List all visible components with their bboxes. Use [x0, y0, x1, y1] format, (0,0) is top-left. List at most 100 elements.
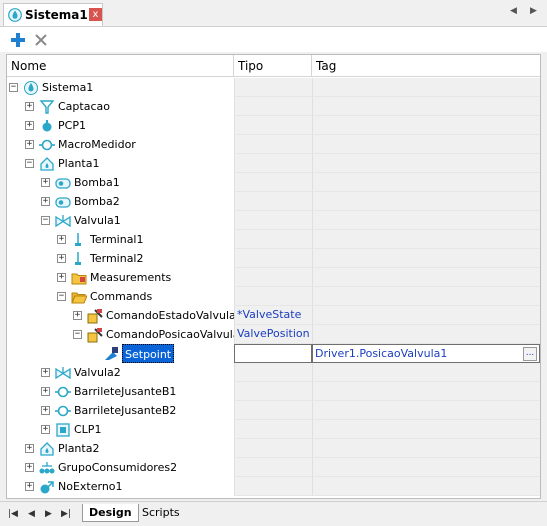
cell-type[interactable]: ValvePosition — [234, 325, 312, 344]
row-label[interactable]: Terminal1 — [90, 230, 144, 249]
row-label[interactable]: Setpoint — [122, 344, 175, 363]
cell-type[interactable] — [234, 135, 312, 154]
browse-tag-button[interactable]: ... — [523, 347, 537, 361]
row-label[interactable]: Bomba1 — [74, 173, 120, 192]
cell-tag[interactable] — [312, 135, 540, 154]
tree-row[interactable]: + Captacao — [7, 97, 540, 116]
cell-type[interactable] — [234, 420, 312, 439]
tree-row[interactable]: − ComandoPosicaoValvula ValvePosition — [7, 325, 540, 344]
plus-icon[interactable] — [8, 30, 28, 50]
tree-row[interactable]: + MacroMedidor — [7, 135, 540, 154]
tree-row[interactable]: − Planta1 — [7, 154, 540, 173]
tree-row[interactable]: + BarrileteJusanteB2 — [7, 401, 540, 420]
tree-row[interactable]: + PCP1 — [7, 116, 540, 135]
tab-design[interactable]: Design — [82, 504, 139, 522]
cell-type[interactable] — [234, 477, 312, 496]
next-page-icon[interactable]: ▶ — [45, 509, 52, 519]
cell-tag[interactable] — [312, 192, 540, 211]
tree-row[interactable]: + Bomba1 — [7, 173, 540, 192]
row-label[interactable]: Bomba2 — [74, 192, 120, 211]
cell-type[interactable] — [234, 173, 312, 192]
cell-tag[interactable] — [312, 363, 540, 382]
cell-type[interactable] — [234, 211, 312, 230]
row-label[interactable]: Sistema1 — [42, 78, 93, 97]
row-label[interactable]: Commands — [90, 287, 152, 306]
cell-tag[interactable] — [312, 325, 540, 344]
row-label[interactable]: GrupoConsumidores2 — [58, 458, 177, 477]
collapse-icon[interactable]: − — [9, 83, 18, 92]
cell-type[interactable] — [234, 116, 312, 135]
expand-icon[interactable]: + — [41, 368, 50, 377]
cell-type[interactable] — [234, 287, 312, 306]
row-label[interactable]: ComandoPosicaoValvula — [106, 325, 240, 344]
tab-scripts[interactable]: Scripts — [136, 504, 186, 522]
expand-icon[interactable]: + — [25, 482, 34, 491]
row-label[interactable]: Terminal2 — [90, 249, 144, 268]
expand-icon[interactable]: + — [57, 254, 66, 263]
cell-tag[interactable] — [312, 401, 540, 420]
expand-icon[interactable]: + — [73, 311, 82, 320]
row-label[interactable]: ComandoEstadoValvula — [106, 306, 236, 325]
cell-tag[interactable]: Driver1.PosicaoValvula1... — [312, 344, 540, 363]
tab-sistema1[interactable]: Sistema1 x — [3, 3, 103, 26]
expand-icon[interactable]: + — [41, 387, 50, 396]
last-page-icon[interactable]: ▶| — [61, 509, 71, 519]
tree-row[interactable]: + Planta2 — [7, 439, 540, 458]
expand-icon[interactable]: + — [25, 121, 34, 130]
cell-tag[interactable] — [312, 420, 540, 439]
row-label[interactable]: Measurements — [90, 268, 171, 287]
cell-tag[interactable] — [312, 230, 540, 249]
expand-icon[interactable]: + — [57, 273, 66, 282]
collapse-icon[interactable]: − — [57, 292, 66, 301]
tree-row[interactable]: + ComandoEstadoValvula *ValveState — [7, 306, 540, 325]
tree-row[interactable]: − Valvula1 — [7, 211, 540, 230]
tree-row[interactable]: + Terminal2 — [7, 249, 540, 268]
cell-tag[interactable] — [312, 477, 540, 496]
cell-tag[interactable] — [312, 97, 540, 116]
prev-page-icon[interactable]: ◀ — [28, 509, 35, 519]
cell-type[interactable] — [234, 344, 312, 363]
cell-type[interactable] — [234, 382, 312, 401]
cell-type[interactable] — [234, 192, 312, 211]
cell-tag[interactable] — [312, 211, 540, 230]
tree-row[interactable]: − Sistema1 — [7, 78, 540, 97]
cell-type[interactable]: *ValveState — [234, 306, 312, 325]
cell-tag[interactable] — [312, 249, 540, 268]
cell-tag[interactable] — [312, 268, 540, 287]
cell-type[interactable] — [234, 230, 312, 249]
expand-icon[interactable]: + — [25, 102, 34, 111]
row-label[interactable]: NoExterno1 — [58, 477, 123, 496]
tree-row[interactable]: + Measurements — [7, 268, 540, 287]
row-label[interactable]: CLP1 — [74, 420, 101, 439]
expand-icon[interactable]: + — [41, 197, 50, 206]
tree-row[interactable]: + Bomba2 — [7, 192, 540, 211]
tree-row[interactable]: Setpoint Driver1.PosicaoValvula1... — [7, 344, 540, 363]
expand-icon[interactable]: + — [25, 463, 34, 472]
cell-type[interactable] — [234, 249, 312, 268]
tree-row[interactable]: + BarrileteJusanteB1 — [7, 382, 540, 401]
row-label[interactable]: BarrileteJusanteB2 — [74, 401, 176, 420]
cell-tag[interactable] — [312, 306, 540, 325]
cell-tag[interactable] — [312, 78, 540, 97]
tree-row[interactable]: + CLP1 — [7, 420, 540, 439]
row-label[interactable]: Valvula2 — [74, 363, 121, 382]
scroll-left-icon[interactable]: ◀ — [510, 6, 517, 16]
column-header-name[interactable]: Nome — [7, 55, 234, 77]
cell-tag[interactable] — [312, 287, 540, 306]
row-label[interactable]: Valvula1 — [74, 211, 121, 230]
column-header-type[interactable]: Tipo — [234, 55, 312, 77]
cell-type[interactable] — [234, 268, 312, 287]
scroll-right-icon[interactable]: ▶ — [530, 6, 537, 16]
expand-icon[interactable]: + — [57, 235, 66, 244]
tree-row[interactable]: + GrupoConsumidores2 — [7, 458, 540, 477]
cell-tag[interactable] — [312, 458, 540, 477]
tree-row[interactable]: + Terminal1 — [7, 230, 540, 249]
cell-tag[interactable] — [312, 382, 540, 401]
tree-row[interactable]: + Valvula2 — [7, 363, 540, 382]
first-page-icon[interactable]: |◀ — [8, 509, 18, 519]
collapse-icon[interactable]: − — [73, 330, 82, 339]
row-label[interactable]: Planta2 — [58, 439, 99, 458]
cell-type[interactable] — [234, 439, 312, 458]
cell-tag[interactable] — [312, 439, 540, 458]
cell-tag[interactable] — [312, 116, 540, 135]
